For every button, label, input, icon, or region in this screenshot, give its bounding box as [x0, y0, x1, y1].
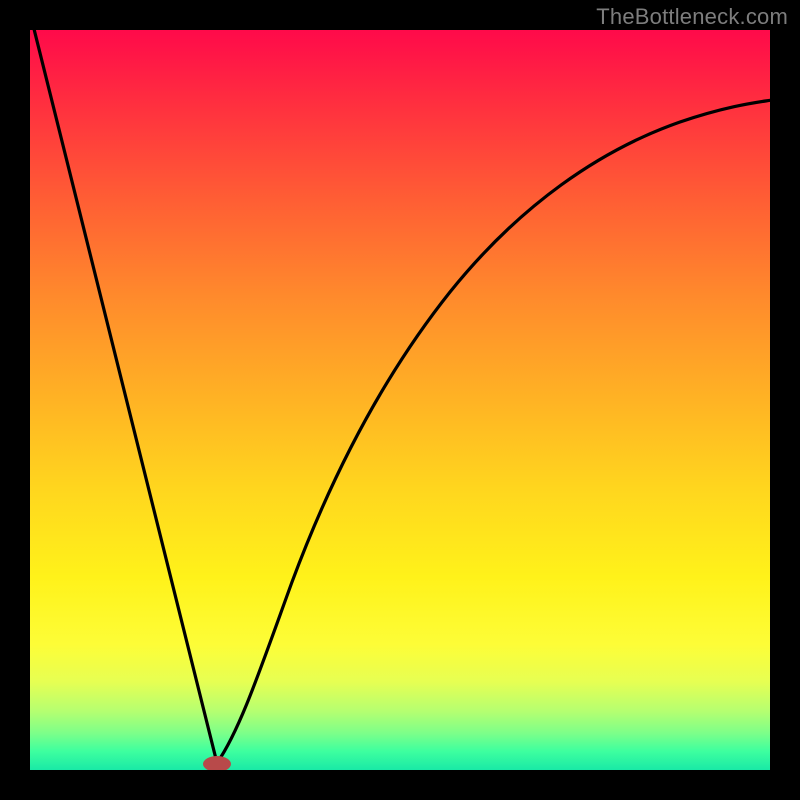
curve-left-branch: [33, 30, 217, 763]
curve-right-branch: [217, 100, 770, 763]
watermark-text: TheBottleneck.com: [596, 4, 788, 30]
bottleneck-curve: [30, 30, 770, 770]
bottleneck-marker-icon: [203, 756, 231, 770]
plot-area: [30, 30, 770, 770]
chart-frame: TheBottleneck.com: [0, 0, 800, 800]
